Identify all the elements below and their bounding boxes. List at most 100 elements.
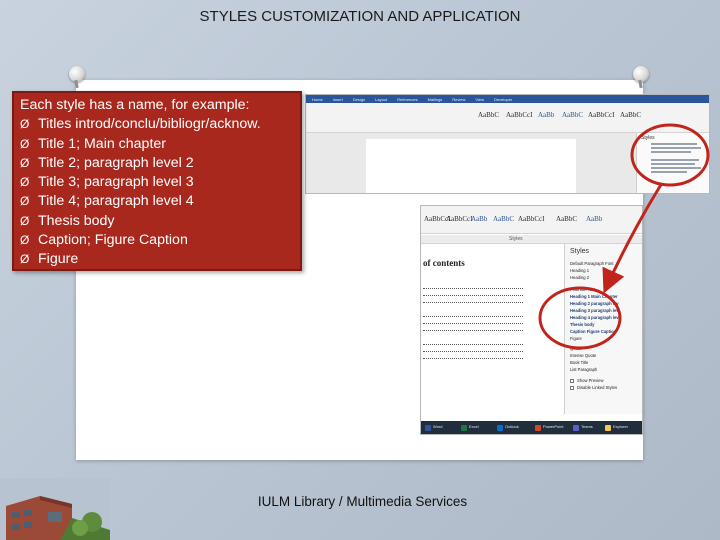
style-gallery-item[interactable]: AaBbC	[556, 215, 577, 223]
style-gallery-item[interactable]: AaBbCcI	[506, 111, 532, 119]
list-item-text: Title 3; paragraph level 3	[38, 174, 194, 191]
style-gallery-item[interactable]: AaBbCcI	[518, 215, 544, 223]
slide-title: STYLES CUSTOMIZATION AND APPLICATION	[199, 8, 521, 25]
style-gallery-item[interactable]: AaBbC	[478, 111, 499, 119]
ribbon-group-styles-label: Styles	[509, 236, 523, 242]
list-item: Ø Title 2; paragraph level 2	[20, 154, 294, 173]
styles-pane: Styles Default Paragraph Font Heading 1 …	[564, 244, 642, 414]
style-list-item[interactable]: Book Title	[570, 360, 588, 365]
style-gallery-item[interactable]: AaBbCcI	[588, 111, 614, 119]
ribbon-tab[interactable]: Design	[353, 97, 365, 102]
list-item: Ø Thesis body	[20, 212, 294, 231]
taskbar: Word Excel Outlook PowerPoint Teams Expl…	[421, 421, 642, 434]
toc-line	[423, 330, 523, 332]
arrow-bullet-icon: Ø	[20, 117, 30, 132]
styles-pane-title: Styles	[570, 248, 590, 255]
list-item: Ø Caption; Figure Caption	[20, 231, 294, 250]
style-list-item[interactable]: Thesis body	[570, 322, 594, 327]
style-gallery-item[interactable]: AaBbC	[620, 111, 641, 119]
toc-line	[423, 316, 523, 318]
ribbon-tab[interactable]: Mailings	[428, 97, 443, 102]
pushpin-right	[633, 66, 649, 82]
ribbon-toolbar: AaBbC AaBbCcI AaBb AaBbC AaBbCcI AaBbC	[306, 103, 709, 133]
list-item: Ø Titles introd/conclu/bibliogr/acknow.	[20, 115, 294, 134]
style-list-item[interactable]: Intense Quote	[570, 353, 596, 358]
toc-line	[423, 302, 523, 304]
style-list-item[interactable]: Caption Figure Caption	[570, 329, 616, 334]
style-list-item[interactable]: Heading 1 Main Chapter	[570, 294, 618, 299]
list-item-text: Titles introd/conclu/bibliogr/acknow.	[38, 116, 261, 133]
taskbar-item[interactable]: Word	[433, 424, 442, 429]
toc-line	[423, 358, 523, 360]
styles-pane: Styles	[636, 133, 709, 193]
taskbar-item[interactable]: Outlook	[505, 424, 519, 429]
list-item: Ø Title 3; paragraph level 3	[20, 173, 294, 192]
style-list-item[interactable]: Default Paragraph Font	[570, 261, 614, 266]
taskbar-item[interactable]: Explorer	[613, 424, 628, 429]
style-gallery-item[interactable]: AaBb	[586, 215, 602, 223]
toc-line	[423, 323, 523, 325]
arrow-bullet-icon: Ø	[20, 194, 30, 209]
style-list-item[interactable]: Heading 2 paragraph lev	[570, 301, 619, 306]
footer-credit: IULM Library / Multimedia Services	[257, 494, 468, 509]
list-item-text: Title 4; paragraph level 4	[38, 193, 194, 210]
style-list-item[interactable]: List Paragraph	[570, 367, 597, 372]
style-list-item[interactable]: Heading 3 paragraph lev	[570, 308, 619, 313]
pane-text-line	[651, 143, 697, 145]
toc-line	[423, 295, 523, 297]
toc-line	[423, 288, 523, 290]
list-item-text: Thesis body	[38, 212, 115, 229]
taskbar-item[interactable]: Excel	[469, 424, 479, 429]
ribbon-tab[interactable]: References	[397, 97, 417, 102]
word-screenshot-styles: AaBbCcI AaBbCcI AaBb AaBbC AaBbCcI AaBbC…	[420, 205, 643, 435]
taskbar-item[interactable]: Teams	[581, 424, 593, 429]
style-list-item[interactable]: Heading 4 paragraph lev	[570, 315, 619, 320]
excel-app-icon[interactable]	[461, 425, 467, 431]
folder-app-icon[interactable]	[605, 425, 611, 431]
show-preview-checkbox[interactable]	[570, 379, 574, 383]
list-item-text: Title 1; Main chapter	[38, 135, 167, 152]
style-list-item[interactable]: Footnote Text	[570, 287, 595, 292]
toc-line	[423, 344, 523, 346]
styles-pane-title: Styles	[641, 135, 655, 141]
outlook-app-icon[interactable]	[497, 425, 503, 431]
style-list-item[interactable]: Heading 2	[570, 275, 589, 280]
document-area	[306, 133, 636, 193]
campus-building-image	[0, 478, 110, 540]
list-item: Ø Figure	[20, 250, 294, 269]
style-names-callout: Each style has a name, for example: Ø Tit…	[12, 91, 302, 271]
list-item-text: Caption; Figure Caption	[38, 232, 188, 249]
list-item: Ø Title 4; paragraph level 4	[20, 192, 294, 211]
ribbon-tab[interactable]: Layout	[375, 97, 387, 102]
ribbon-tab-bar: Home Insert Design Layout References Mai…	[306, 95, 709, 103]
list-item-text: Figure	[38, 251, 79, 268]
style-list-item[interactable]: Heading 1	[570, 268, 589, 273]
taskbar-item[interactable]: PowerPoint	[543, 424, 563, 429]
word-app-icon[interactable]	[425, 425, 431, 431]
style-list-item[interactable]: Quote	[570, 346, 581, 351]
style-gallery-item[interactable]: AaBbCcI	[446, 215, 472, 223]
ribbon-tab[interactable]: Insert	[333, 97, 343, 102]
style-gallery-item[interactable]: AaBb	[538, 111, 554, 119]
list-item: Ø Title 1; Main chapter	[20, 135, 294, 154]
disable-linked-styles-label: Disable Linked Styles	[577, 385, 618, 390]
ribbon-tab[interactable]: Home	[312, 97, 323, 102]
pane-text-line	[651, 151, 691, 153]
toc-line	[423, 351, 523, 353]
style-list-item[interactable]: Figure	[570, 336, 582, 341]
style-gallery-item[interactable]: AaBb	[471, 215, 487, 223]
show-preview-label: Show Preview	[577, 378, 604, 383]
powerpoint-app-icon[interactable]	[535, 425, 541, 431]
ribbon-tab[interactable]: View	[475, 97, 484, 102]
ribbon-tab[interactable]: Review	[452, 97, 465, 102]
pane-text-line	[651, 147, 701, 149]
style-gallery-item[interactable]: AaBbC	[562, 111, 583, 119]
style-gallery-item[interactable]: AaBbC	[493, 215, 514, 223]
callout-intro: Each style has a name, for example:	[20, 97, 250, 113]
ribbon-group-label: Styles	[421, 235, 642, 244]
list-item-text: Title 2; paragraph level 2	[38, 154, 194, 171]
disable-linked-styles-checkbox[interactable]	[570, 386, 574, 390]
teams-app-icon[interactable]	[573, 425, 579, 431]
ribbon-tab[interactable]: Developer	[494, 97, 512, 102]
ribbon-toolbar: AaBbCcI AaBbCcI AaBb AaBbC AaBbCcI AaBbC…	[421, 206, 642, 234]
